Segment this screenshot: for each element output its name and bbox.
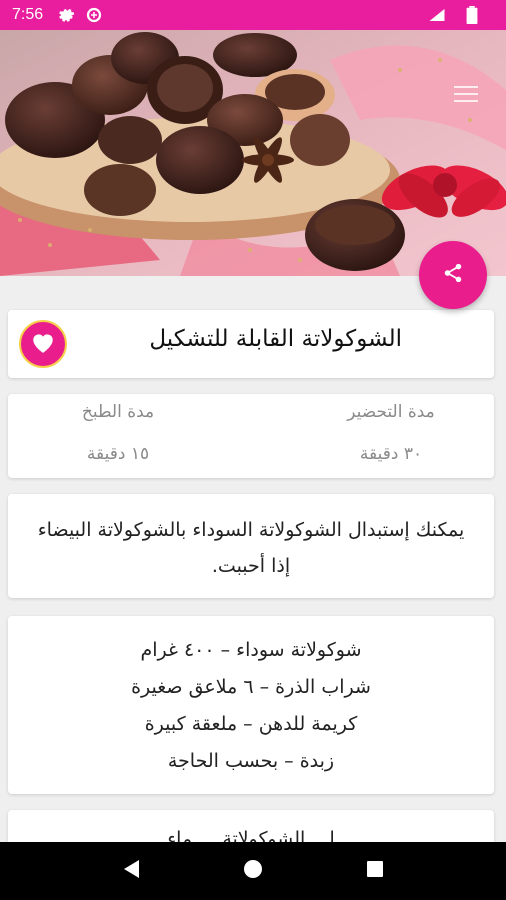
recents-icon[interactable] — [365, 859, 385, 883]
ingredients-list: شوكولاتة سوداء – ٤٠٠ غرام شراب الذرة – ٦… — [8, 632, 494, 780]
favorite-button[interactable] — [19, 320, 67, 368]
prep-time-label: مدة التحضير — [347, 402, 435, 422]
wifi-icon — [428, 6, 446, 24]
overflow-menu-icon[interactable] — [454, 86, 478, 104]
ingredient-item: شوكولاتة سوداء – ٤٠٠ غرام — [140, 639, 362, 661]
back-icon[interactable] — [121, 858, 141, 884]
share-icon — [442, 262, 464, 288]
ingredients-card: شوكولاتة سوداء – ٤٠٠ غرام شراب الذرة – ٦… — [8, 616, 494, 794]
cook-time-label: مدة الطبخ — [81, 402, 155, 422]
recipe-tip: يمكنك إستبدال الشوكولاتة السوداء بالشوكو… — [37, 519, 465, 577]
recipe-times-card: مدة التحضير ٣٠ دقيقة مدة الطبخ ١٥ دقيقة — [8, 394, 494, 478]
system-nav-bar — [0, 842, 506, 900]
recipe-title-card: الشوكولاتة القابلة للتشكيل — [8, 310, 494, 378]
battery-icon — [466, 6, 484, 24]
recipe-hero-image — [0, 30, 506, 276]
recipe-tip-card: يمكنك إستبدال الشوكولاتة السوداء بالشوكو… — [8, 494, 494, 598]
prep-time-value: ٣٠ دقيقة — [359, 444, 423, 464]
settings-gear-icon — [57, 6, 75, 24]
ingredient-item: شراب الذرة – ٦ ملاعق صغيرة — [131, 676, 371, 698]
ingredient-item: زبدة – بحسب الحاجة — [167, 750, 335, 772]
recipe-title: الشوكولاتة القابلة للتشكيل — [149, 326, 402, 352]
ingredient-item: كريمة للدهن – ملعقة كبيرة — [144, 713, 358, 735]
status-time: 7:56 — [12, 6, 44, 23]
share-button[interactable] — [419, 241, 487, 309]
cook-time-value: ١٥ دقيقة — [86, 444, 150, 464]
status-bar: 7:56 — [0, 0, 506, 30]
data-saver-icon — [85, 6, 103, 24]
home-icon[interactable] — [242, 858, 264, 884]
heart-icon — [30, 330, 56, 358]
